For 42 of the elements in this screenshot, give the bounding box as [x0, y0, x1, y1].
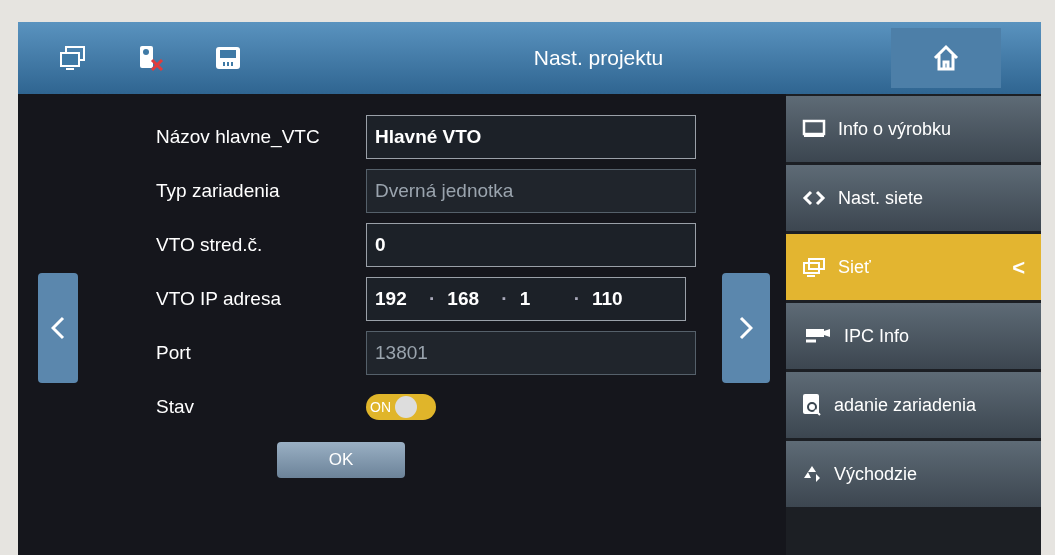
sidebar-item[interactable]: Info o výrobku — [786, 96, 1041, 162]
code-brackets-icon — [802, 189, 826, 207]
sidebar-item-label: Sieť — [838, 255, 872, 279]
ip-address-field[interactable]: 192 · 168 · 1 · 110 — [366, 277, 686, 321]
sidebar-item[interactable]: IPC Info — [786, 303, 1041, 369]
sidebar-item[interactable]: adanie zariadenia — [786, 372, 1041, 438]
home-icon — [931, 43, 961, 73]
monitors-icon — [802, 257, 826, 277]
ip-octet: 168 — [447, 286, 481, 311]
sidebar-item-label: adanie zariadenia — [834, 393, 978, 417]
sidebar-item-label: Info o výrobku — [838, 117, 953, 141]
sd-card-icon[interactable] — [214, 45, 242, 71]
field-label: Stav — [156, 394, 196, 419]
monitor-icon — [802, 119, 826, 139]
sidebar-item-label: Východzie — [834, 462, 919, 486]
separator-dot: · — [573, 286, 580, 311]
field-label: VTO IP adresa — [156, 286, 282, 311]
text-field[interactable]: 0 — [366, 223, 696, 267]
separator-dot: · — [501, 286, 508, 311]
field-label: Port — [156, 340, 192, 365]
sidebar-item[interactable]: Nast. siete — [786, 165, 1041, 231]
separator-dot: · — [429, 286, 436, 311]
chevron-left-icon — [51, 316, 65, 340]
field-label: Typ zariadenia — [156, 178, 281, 203]
device-search-icon — [802, 393, 822, 417]
toggle-label: ON — [370, 397, 391, 417]
toggle-knob — [395, 396, 417, 418]
selected-indicator: < — [1012, 253, 1025, 282]
text-field[interactable]: Hlavné VTO — [366, 115, 696, 159]
home-button[interactable] — [891, 28, 1001, 88]
monitors-icon[interactable] — [58, 45, 88, 71]
page-title: Nast. projektu — [532, 45, 665, 72]
ip-octet: 192 — [375, 286, 408, 311]
sidebar-item[interactable]: Východzie — [786, 441, 1041, 507]
ip-octet: 1 — [519, 286, 532, 311]
field-label: VTO stred.č. — [156, 232, 264, 257]
ip-octet: 110 — [592, 286, 624, 311]
sidebar-item-label: Nast. siete — [838, 186, 925, 210]
chevron-right-icon — [739, 316, 753, 340]
sidebar-item-label: IPC Info — [844, 324, 911, 348]
recycle-icon — [802, 464, 822, 484]
field-label: Názov hlavne_VTC — [156, 124, 321, 150]
